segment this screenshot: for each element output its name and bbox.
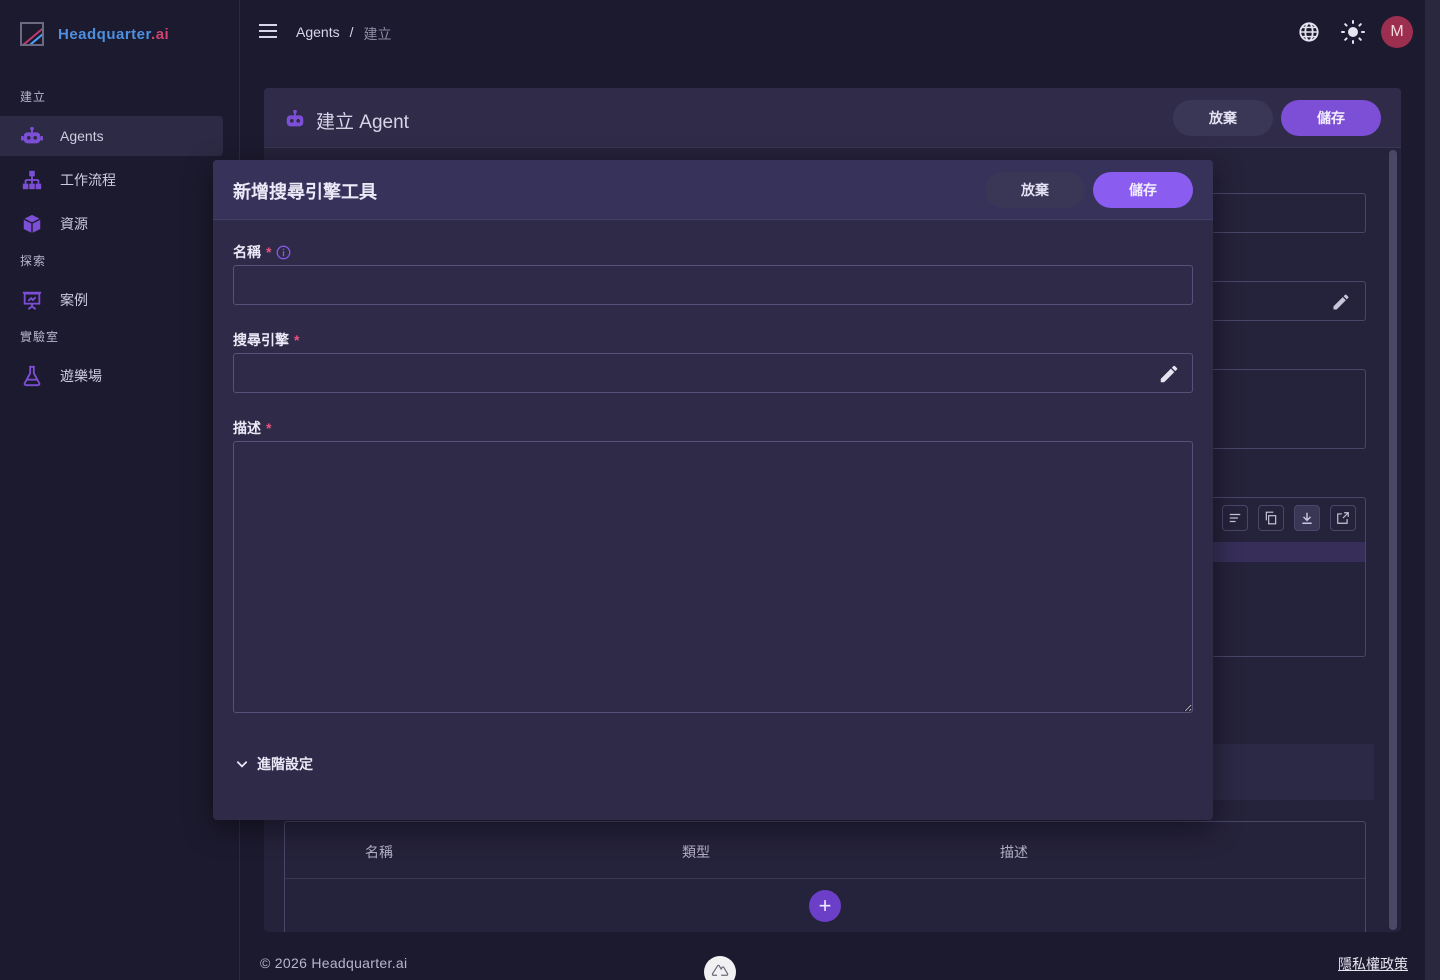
sidebar: Headquarter.ai 建立 Agents 工作流程 資源 探索 案例 實… xyxy=(0,0,240,980)
globe-icon xyxy=(1299,22,1319,42)
external-link-icon xyxy=(1337,512,1349,524)
copy-button[interactable] xyxy=(1258,505,1284,531)
table-header-name: 名稱 xyxy=(365,844,393,860)
sun-icon xyxy=(1341,20,1365,44)
editor-highlight-line xyxy=(1212,542,1365,562)
wrap-icon xyxy=(1229,513,1241,523)
name-input[interactable] xyxy=(233,265,1193,305)
footer-copyright: © 2026 Headquarter.ai xyxy=(260,955,408,971)
card-scrollbar[interactable] xyxy=(1389,150,1397,930)
open-external-button[interactable] xyxy=(1330,505,1356,531)
description-field-label: 描述 * xyxy=(233,420,272,436)
search-engine-select[interactable] xyxy=(233,353,1193,393)
info-icon[interactable] xyxy=(276,245,291,260)
breadcrumb: Agents / 建立 xyxy=(296,24,391,44)
table-divider xyxy=(285,878,1365,879)
breadcrumb-current: 建立 xyxy=(363,26,392,42)
logo-mark-icon xyxy=(20,22,44,46)
sidebar-item-label: 遊樂場 xyxy=(60,368,102,384)
dialog-discard-button[interactable]: 放棄 xyxy=(985,172,1085,208)
wrap-text-button[interactable] xyxy=(1222,505,1248,531)
bg-description-textarea[interactable] xyxy=(1204,369,1366,449)
robot-icon xyxy=(20,124,44,148)
theme-toggle-button[interactable] xyxy=(1339,18,1367,46)
search-engine-field-label: 搜尋引擎 * xyxy=(233,332,300,348)
robot-icon xyxy=(284,108,306,135)
sitemap-icon xyxy=(20,168,44,192)
dialog-title: 新增搜尋引擎工具 xyxy=(233,182,377,202)
required-marker: * xyxy=(266,420,272,436)
avatar[interactable]: M xyxy=(1381,16,1413,48)
sidebar-item-label: Agents xyxy=(60,128,104,144)
sidebar-section-lab: 實驗室 xyxy=(20,330,60,344)
devtools-badge[interactable] xyxy=(704,956,736,980)
hamburger-icon xyxy=(259,24,277,38)
language-button[interactable] xyxy=(1295,18,1323,46)
presentation-icon xyxy=(20,288,44,312)
breadcrumb-agents-link[interactable]: Agents xyxy=(296,24,340,44)
description-textarea[interactable] xyxy=(233,441,1193,713)
card-title: 建立 Agent xyxy=(316,112,409,133)
topbar: Agents / 建立 M xyxy=(240,0,1425,64)
sidebar-item-label: 資源 xyxy=(60,216,88,232)
tools-section-band xyxy=(1212,744,1374,800)
brand-logo[interactable]: Headquarter.ai xyxy=(20,22,169,46)
page-scrollbar[interactable] xyxy=(1425,0,1440,980)
tools-table: 名稱 類型 描述 + xyxy=(284,821,1366,932)
cube-icon xyxy=(20,212,44,236)
add-search-engine-tool-dialog: 新增搜尋引擎工具 放棄 儲存 名稱 * 搜尋引擎 * 描述 * 進階設定 xyxy=(213,160,1213,820)
sidebar-item-resources[interactable]: 資源 xyxy=(0,204,223,244)
sidebar-item-cases[interactable]: 案例 xyxy=(0,280,223,320)
card-header: 建立 Agent 放棄 儲存 xyxy=(264,88,1401,148)
pencil-icon xyxy=(1333,294,1349,310)
card-save-button[interactable]: 儲存 xyxy=(1281,100,1381,136)
add-tool-button[interactable]: + xyxy=(809,890,841,922)
download-icon xyxy=(1302,512,1312,524)
card-discard-button[interactable]: 放棄 xyxy=(1173,100,1273,136)
required-marker: * xyxy=(294,332,300,348)
download-button[interactable] xyxy=(1294,505,1320,531)
pencil-icon xyxy=(1160,365,1178,383)
dialog-save-button[interactable]: 儲存 xyxy=(1093,172,1193,208)
bg-model-input[interactable] xyxy=(1204,281,1366,321)
sidebar-item-workflows[interactable]: 工作流程 xyxy=(0,160,223,200)
required-marker: * xyxy=(266,244,272,260)
sidebar-item-playground[interactable]: 遊樂場 xyxy=(0,356,223,396)
nuxt-icon xyxy=(711,964,729,976)
menu-toggle-button[interactable] xyxy=(258,22,278,40)
breadcrumb-separator: / xyxy=(349,24,354,40)
privacy-policy-link[interactable]: 隱私權政策 xyxy=(1338,954,1408,974)
advanced-settings-toggle[interactable]: 進階設定 xyxy=(235,754,313,774)
brand-name: Headquarter.ai xyxy=(58,25,170,43)
name-field-label: 名稱 * xyxy=(233,242,291,262)
sidebar-section-create: 建立 xyxy=(20,90,47,104)
table-header-description: 描述 xyxy=(1000,844,1028,860)
sidebar-item-label: 工作流程 xyxy=(60,172,116,188)
dialog-header: 新增搜尋引擎工具 放棄 儲存 xyxy=(213,160,1213,220)
sidebar-item-agents[interactable]: Agents xyxy=(0,116,223,156)
copy-icon xyxy=(1265,511,1277,525)
sidebar-section-explore: 探索 xyxy=(20,254,47,268)
sidebar-item-label: 案例 xyxy=(60,292,88,308)
table-header-type: 類型 xyxy=(682,844,710,860)
chevron-down-icon xyxy=(236,761,248,768)
bg-name-input[interactable] xyxy=(1204,193,1366,233)
flask-icon xyxy=(20,364,44,388)
